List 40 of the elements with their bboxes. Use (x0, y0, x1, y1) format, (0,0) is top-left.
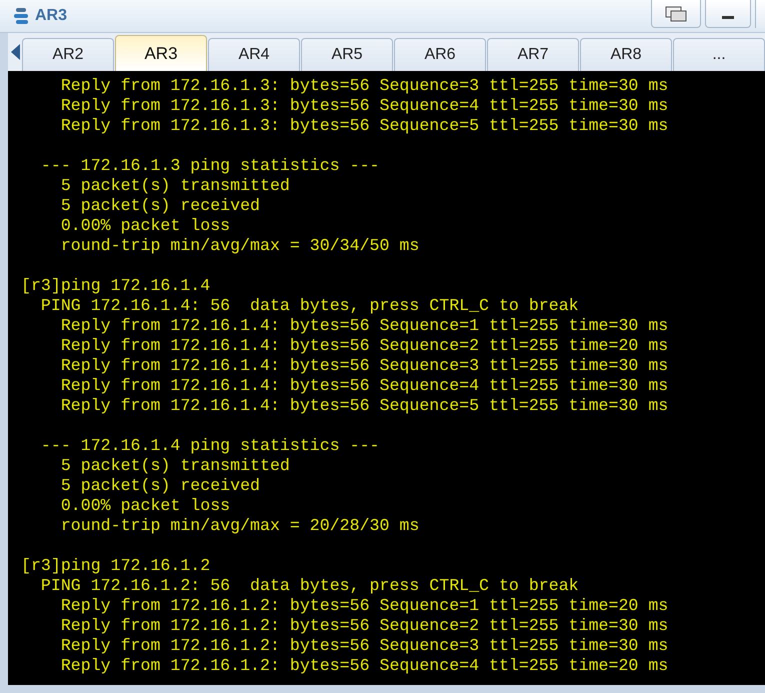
left-arrow-icon (10, 44, 20, 60)
window-title: AR3 (35, 6, 68, 26)
terminal-line: 5 packet(s) transmitted (60, 456, 290, 476)
terminal-line: PING 172.16.1.4: 56 data bytes, press CTRL_C to break (40, 296, 579, 316)
terminal-line: --- 172.16.1.3 ping statistics --- (40, 156, 380, 176)
terminal-line: 5 packet(s) received (60, 196, 260, 216)
terminal-line: Reply from 172.16.1.3: bytes=56 Sequence=5 ttl=255 time=30 ms (60, 116, 668, 136)
terminal-line: round-trip min/avg/max = 30/34/50 ms (60, 236, 420, 256)
terminal-line: Reply from 172.16.1.4: bytes=56 Sequence=2 ttl=255 time=20 ms (60, 336, 668, 356)
tab[interactable]: AR7 (487, 38, 579, 71)
terminal-line: Reply from 172.16.1.4: bytes=56 Sequence=3 ttl=255 time=30 ms (60, 356, 668, 376)
terminal-line: round-trip min/avg/max = 20/28/30 ms (60, 516, 420, 536)
terminal-line: Reply from 172.16.1.2: bytes=56 Sequence=3 ttl=255 time=30 ms (60, 636, 668, 656)
minimize-button[interactable] (705, 0, 751, 28)
terminal-line: Reply from 172.16.1.2: bytes=56 Sequence=4 ttl=255 time=20 ms (60, 656, 668, 676)
terminal-line: 5 packet(s) received (60, 476, 260, 496)
terminal-line: PING 172.16.1.2: 56 data bytes, press CTRL_C to break (40, 576, 579, 596)
restore-icon (665, 6, 687, 22)
terminal-line: 5 packet(s) transmitted (60, 176, 290, 196)
terminal-line: 0.00% packet loss (60, 496, 230, 516)
terminal-line: Reply from 172.16.1.2: bytes=56 Sequence=2 ttl=255 time=30 ms (60, 616, 668, 636)
tab[interactable]: AR8 (580, 38, 672, 71)
tab[interactable]: AR2 (22, 38, 114, 71)
terminal-line: 0.00% packet loss (60, 216, 230, 236)
terminal-line: Reply from 172.16.1.3: bytes=56 Sequence=4 ttl=255 time=30 ms (60, 96, 668, 116)
terminal-line: Reply from 172.16.1.4: bytes=56 Sequence=4 ttl=255 time=30 ms (60, 376, 668, 396)
terminal-line: --- 172.16.1.4 ping statistics --- (40, 436, 380, 456)
terminal-line: [r3]ping 172.16.1.2 (21, 556, 210, 576)
tab[interactable]: AR5 (301, 38, 393, 71)
tab[interactable]: ... (673, 38, 765, 71)
terminal-line: Reply from 172.16.1.4: bytes=56 Sequence=5 ttl=255 time=30 ms (60, 396, 668, 416)
terminal-line: [r3]ping 172.16.1.4 (21, 276, 210, 296)
tab[interactable]: AR4 (208, 38, 300, 71)
terminal-line: Reply from 172.16.1.4: bytes=56 Sequence=1 ttl=255 time=30 ms (60, 316, 668, 336)
terminal-line: Reply from 172.16.1.2: bytes=56 Sequence=1 ttl=255 time=20 ms (60, 596, 668, 616)
terminal-line: Reply from 172.16.1.3: bytes=56 Sequence=3 ttl=255 time=30 ms (60, 76, 668, 96)
minimize-icon (722, 16, 734, 19)
tab[interactable]: AR3 (115, 35, 207, 71)
tab[interactable]: AR6 (394, 38, 486, 71)
restore-button[interactable] (651, 0, 701, 28)
